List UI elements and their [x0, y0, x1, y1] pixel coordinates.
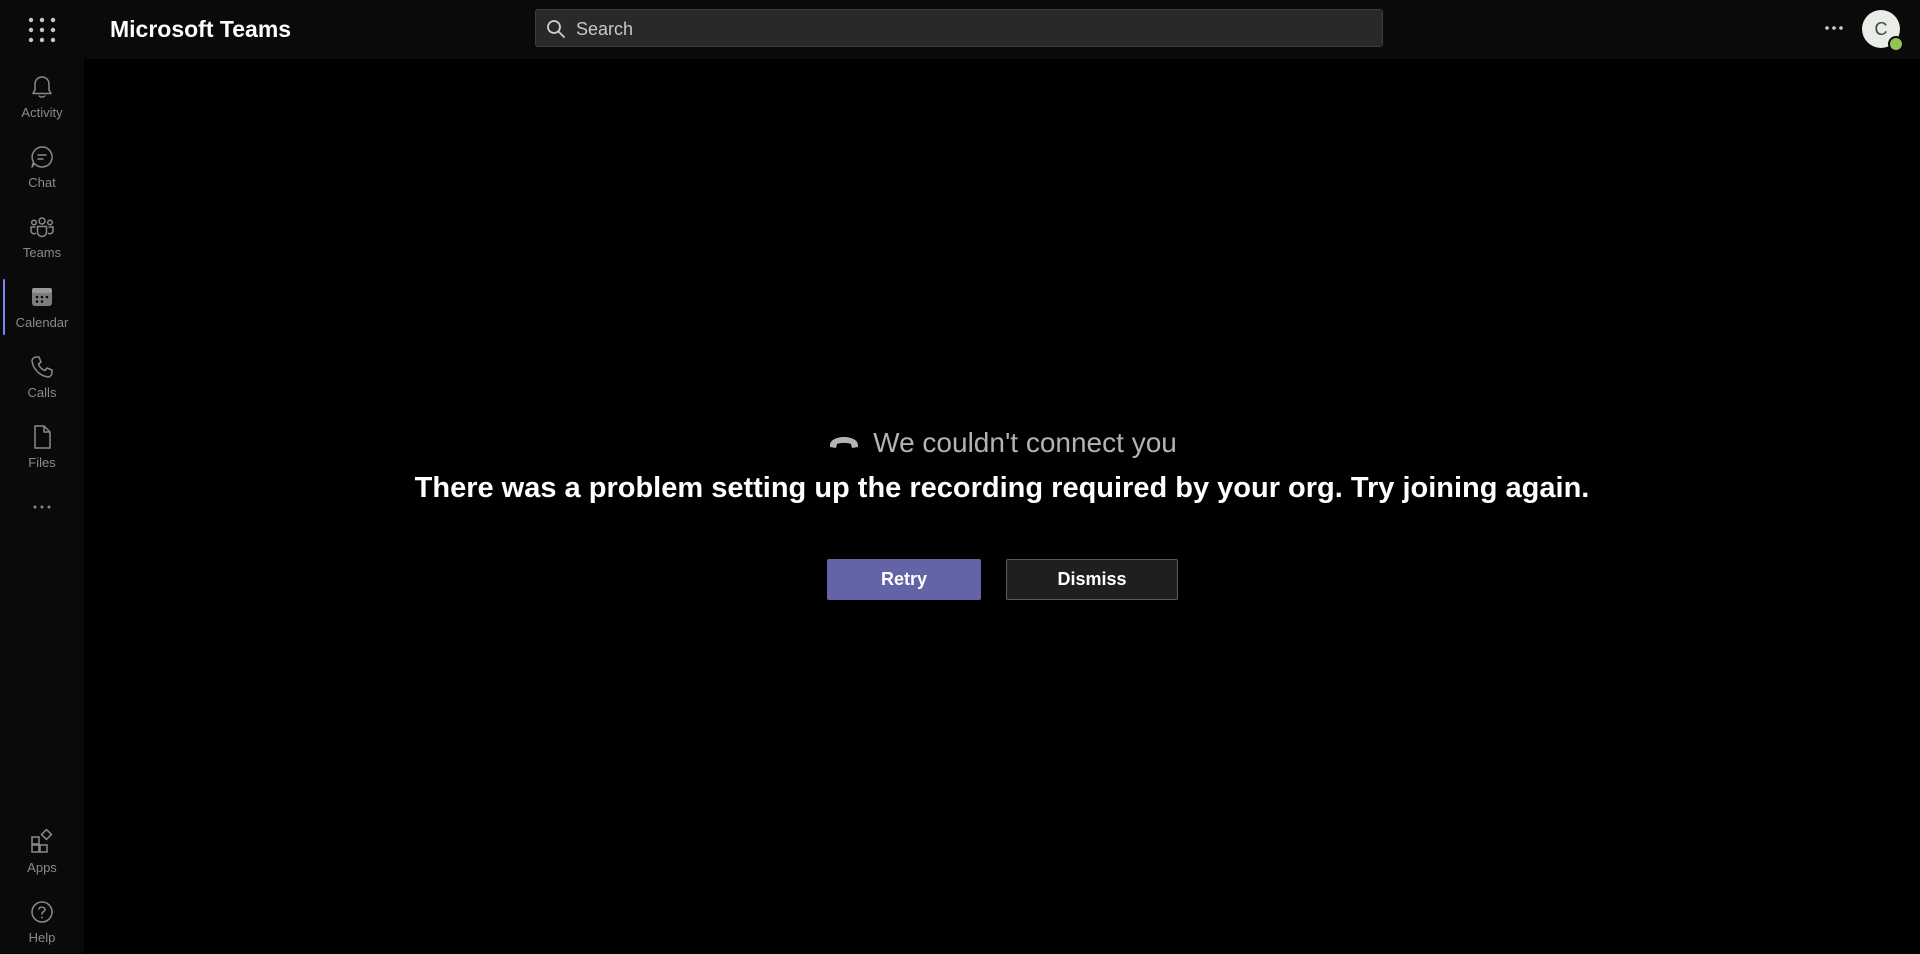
rail-item-activity[interactable]: Activity — [0, 63, 84, 129]
apps-icon — [31, 828, 53, 853]
app-rail: Activity Chat Teams Calendar Calls Files… — [0, 59, 84, 953]
chat-icon — [31, 146, 53, 168]
hang-up-icon — [830, 436, 859, 448]
rail-item-teams[interactable]: Teams — [0, 203, 84, 269]
rail-item-help[interactable]: Help — [0, 888, 84, 954]
meeting-error-panel: We couldn't connect you There was a prob… — [84, 59, 1920, 953]
rail-item-label: Calls — [27, 385, 57, 400]
more-horizontal-icon — [33, 505, 51, 509]
rail-item-label: Apps — [27, 860, 57, 875]
more-options-icon[interactable] — [1820, 14, 1848, 42]
top-bar: Microsoft Teams C — [0, 0, 1920, 59]
rail-item-label: Teams — [22, 245, 62, 260]
rail-item-chat[interactable]: Chat — [0, 133, 84, 199]
retry-button[interactable]: Retry — [827, 559, 981, 600]
dismiss-button[interactable]: Dismiss — [1006, 559, 1178, 600]
search-box[interactable] — [535, 9, 1383, 48]
rail-item-label: Activity — [21, 105, 63, 120]
phone-icon — [31, 356, 53, 378]
app-title: Microsoft Teams — [110, 16, 292, 42]
calendar-icon — [32, 288, 52, 306]
bell-icon — [32, 76, 52, 98]
search-input[interactable] — [574, 10, 1368, 48]
rail-item-calendar[interactable]: Calendar — [0, 273, 84, 339]
search-icon — [547, 20, 565, 38]
rail-item-label: Calendar — [15, 315, 69, 330]
teams-icon — [30, 217, 54, 238]
help-icon — [31, 901, 53, 923]
rail-item-label: Help — [28, 930, 56, 945]
rail-item-apps[interactable]: Apps — [0, 818, 84, 884]
app-launcher-icon[interactable] — [28, 17, 56, 43]
rail-item-files[interactable]: Files — [0, 413, 84, 479]
error-message: There was a problem setting up the recor… — [414, 472, 1590, 504]
rail-item-label: Files — [28, 455, 56, 470]
rail-item-calls[interactable]: Calls — [0, 343, 84, 409]
rail-more-apps[interactable] — [0, 483, 84, 523]
rail-item-label: Chat — [28, 175, 56, 190]
presence-status-badge — [1888, 36, 1904, 52]
error-title-row: We couldn't connect you — [84, 427, 1920, 459]
error-title: We couldn't connect you — [873, 427, 1177, 458]
file-icon — [34, 425, 51, 449]
